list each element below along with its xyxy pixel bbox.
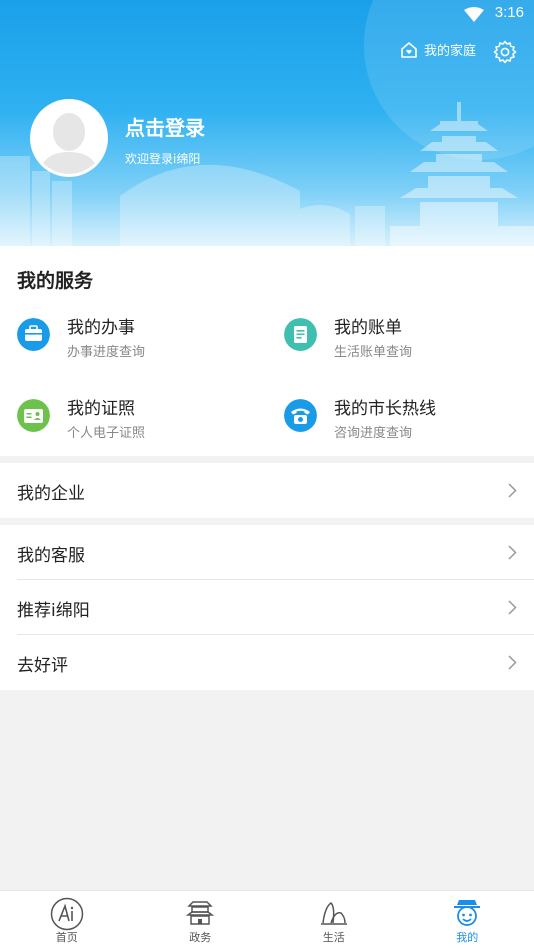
status-bar: 3:16: [0, 0, 534, 28]
menu-row-label: 我的企业: [17, 484, 85, 504]
tab-mine[interactable]: 我的: [401, 891, 534, 949]
service-my-affairs[interactable]: 我的办事 办事进度查询: [17, 313, 257, 369]
enterprise-group: 我的企业: [0, 463, 534, 518]
bill-icon: [284, 318, 317, 351]
service-name: 我的证照: [67, 399, 135, 419]
briefcase-icon: [17, 318, 50, 351]
service-desc: 个人电子证照: [67, 426, 146, 441]
login-button[interactable]: 点击登录: [125, 112, 205, 141]
support-group: 我的客服 推荐i绵阳 去好评: [0, 525, 534, 690]
tab-label: 首页: [55, 931, 78, 944]
default-avatar-icon: [33, 102, 105, 174]
my-services-section: 我的服务 我的办事 办事进度查询 我的账单 生活账单查询 我的证照 个人电子证照…: [0, 246, 534, 456]
user-avatar[interactable]: [30, 99, 108, 177]
home-heart-icon: [401, 41, 417, 58]
wifi-icon: [464, 7, 484, 22]
tab-label: 生活: [322, 931, 345, 944]
service-desc: 生活账单查询: [334, 345, 413, 360]
profile-icon: [454, 900, 481, 926]
chevron-right-icon: [508, 545, 517, 560]
life-icon: [320, 902, 347, 925]
tab-home[interactable]: 首页: [0, 891, 134, 949]
chevron-right-icon: [508, 655, 517, 670]
tab-label: 我的: [456, 931, 479, 944]
service-desc: 咨询进度查询: [334, 426, 413, 441]
bottom-navigation: 首页 政务 生活 我的: [0, 890, 534, 949]
menu-row-customer-service[interactable]: 我的客服: [0, 525, 534, 580]
profile-header: 3:16 我的家庭 点击登录 欢迎登录i绵阳: [0, 0, 534, 246]
my-family-label: 我的家庭: [424, 44, 477, 59]
service-name: 我的办事: [67, 318, 135, 338]
government-icon: [186, 901, 215, 925]
settings-gear-icon[interactable]: [493, 40, 517, 64]
status-time: 3:16: [494, 4, 524, 21]
section-title: 我的服务: [17, 270, 94, 292]
tab-government[interactable]: 政务: [134, 891, 268, 949]
service-desc: 办事进度查询: [67, 345, 146, 360]
service-mayor-hotline[interactable]: 我的市长热线 咨询进度查询: [284, 394, 524, 450]
chevron-right-icon: [508, 483, 517, 498]
menu-row-label: 推荐i绵阳: [17, 601, 90, 621]
tab-life[interactable]: 生活: [267, 891, 401, 949]
menu-row-label: 去好评: [17, 656, 68, 676]
tab-label: 政务: [189, 931, 212, 944]
home-ai-icon: [50, 897, 83, 931]
service-name: 我的账单: [334, 318, 402, 338]
service-name: 我的市长热线: [334, 399, 436, 419]
phone-icon: [284, 399, 317, 432]
service-my-bills[interactable]: 我的账单 生活账单查询: [284, 313, 524, 369]
service-my-licenses[interactable]: 我的证照 个人电子证照: [17, 394, 257, 450]
menu-row-my-enterprise[interactable]: 我的企业: [0, 463, 534, 518]
menu-row-label: 我的客服: [17, 546, 85, 566]
id-card-icon: [17, 399, 50, 432]
menu-row-rate[interactable]: 去好评: [0, 635, 534, 690]
menu-row-recommend[interactable]: 推荐i绵阳: [0, 580, 534, 635]
my-family-link[interactable]: 我的家庭: [400, 40, 476, 59]
chevron-right-icon: [508, 600, 517, 615]
login-welcome-text: 欢迎登录i绵阳: [125, 152, 201, 166]
